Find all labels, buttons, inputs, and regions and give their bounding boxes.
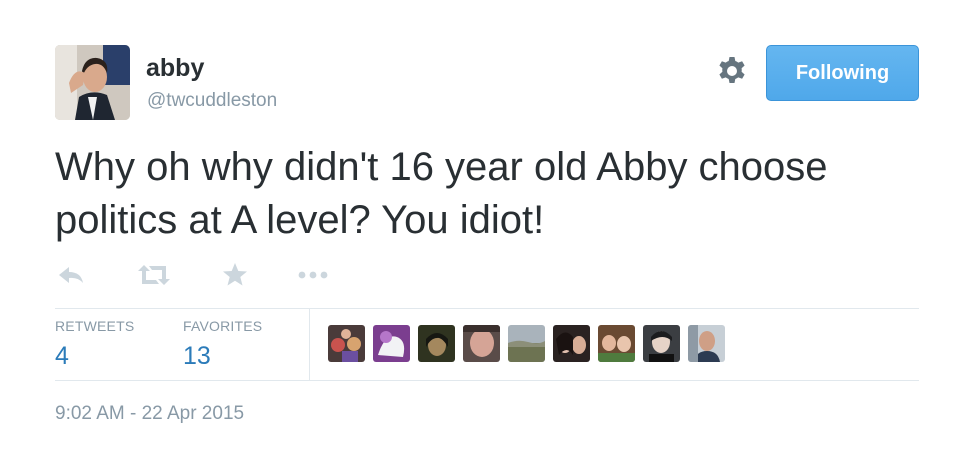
star-icon[interactable] xyxy=(218,258,252,292)
timestamp[interactable]: 9:02 AM - 22 Apr 2015 xyxy=(55,402,244,426)
favoriter-avatar[interactable] xyxy=(643,325,680,362)
tweet-card: abby @twcuddleston Following Why oh why … xyxy=(0,0,980,470)
avatar[interactable] xyxy=(55,45,130,120)
gear-icon[interactable] xyxy=(716,55,748,87)
favoriter-avatar[interactable] xyxy=(688,325,725,362)
favorites-stat[interactable]: FAVORITES 13 xyxy=(183,318,262,371)
following-button[interactable]: Following xyxy=(766,45,919,101)
favoriter-avatar[interactable] xyxy=(328,325,365,362)
display-name[interactable]: abby xyxy=(146,53,204,83)
retweet-icon[interactable] xyxy=(134,258,174,292)
more-icon[interactable] xyxy=(296,258,330,292)
retweets-count: 4 xyxy=(55,342,69,370)
reply-icon[interactable] xyxy=(55,258,89,292)
favorites-count: 13 xyxy=(183,342,211,370)
favoriter-avatar[interactable] xyxy=(463,325,500,362)
favorites-label: FAVORITES xyxy=(183,318,263,334)
stat-divider xyxy=(309,309,310,380)
tweet-text: Why oh why didn't 16 year old Abby choos… xyxy=(55,145,828,242)
favoriter-avatar[interactable] xyxy=(418,325,455,362)
favoriter-avatar[interactable] xyxy=(553,325,590,362)
favoriter-avatar[interactable] xyxy=(598,325,635,362)
retweets-stat[interactable]: RETWEETS 4 xyxy=(55,318,134,371)
divider xyxy=(55,380,919,381)
divider xyxy=(55,308,919,309)
favoriter-avatar[interactable] xyxy=(373,325,410,362)
retweets-label: RETWEETS xyxy=(55,318,135,334)
favoriter-avatar[interactable] xyxy=(508,325,545,362)
username[interactable]: @twcuddleston xyxy=(147,89,277,113)
